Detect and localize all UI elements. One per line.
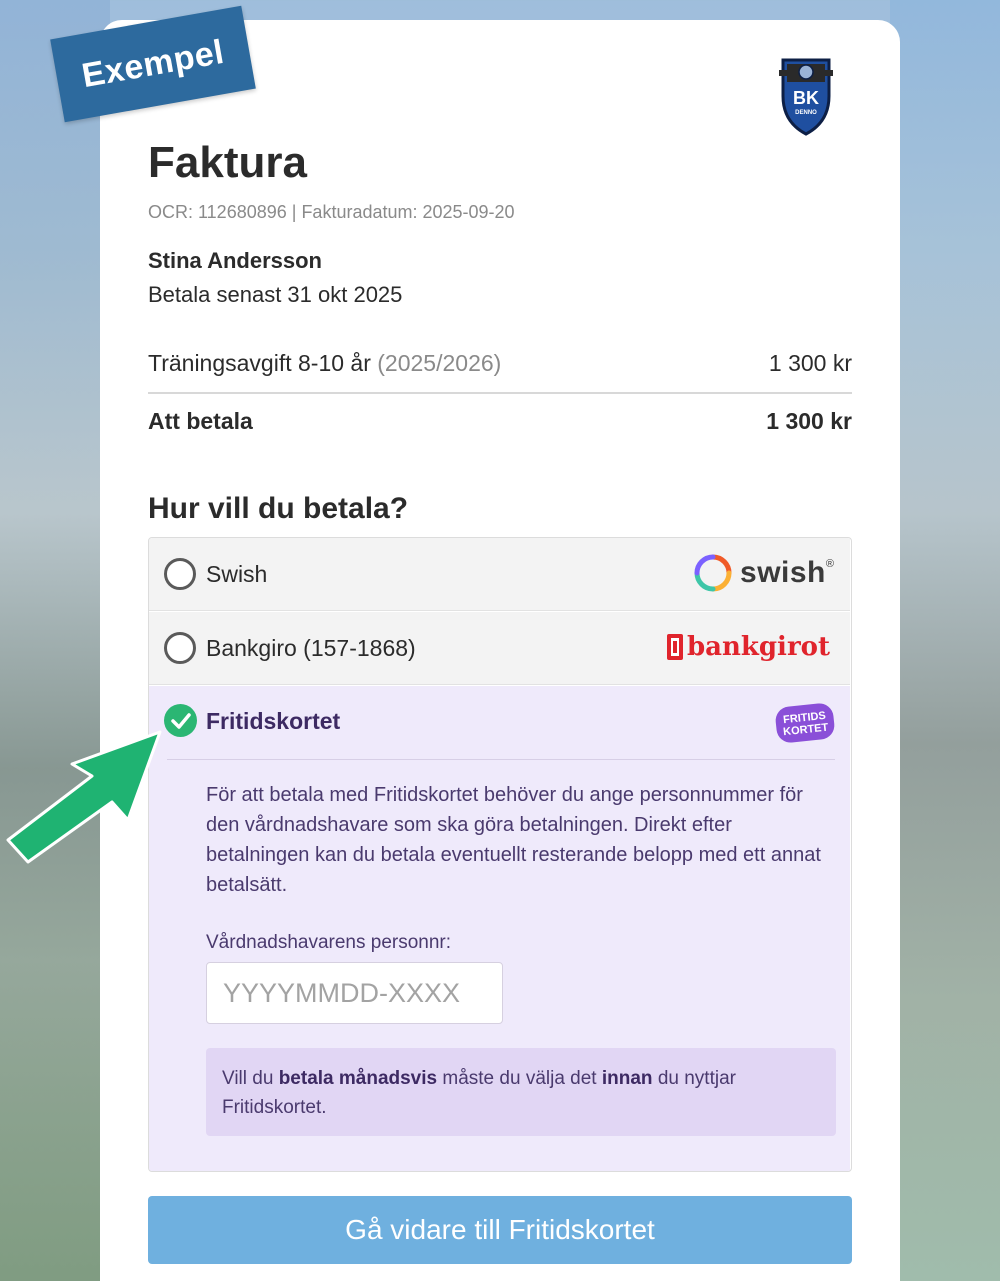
total-row: Att betala 1 300 kr [148,408,852,435]
due-date: Betala senast 31 okt 2025 [148,282,403,307]
fritidskortet-description: För att betala med Fritidskortet behöver… [206,784,821,896]
background-left [0,0,110,1281]
line-item-row: Träningsavgift 8-10 år (2025/2026) 1 300… [148,350,852,377]
fritidskortet-header[interactable]: Fritidskortet FRITIDS KORTET [149,686,850,760]
monthly-payment-notice: Vill du betala månadsvis måste du välja … [206,1048,836,1136]
page-title: Faktura [148,138,307,187]
divider [167,759,835,760]
line-item-description: Träningsavgift 8-10 år (2025/2026) [148,350,501,377]
swish-logo-text: swish [740,556,826,589]
payment-option-bankgiro[interactable]: Bankgiro (157-1868) bankgirot [149,612,850,685]
total-label: Att betala [148,408,253,434]
fritidskortet-label: Fritidskortet [206,708,341,734]
notice-text-1: Vill du [222,1068,279,1089]
line-item-label: Träningsavgift 8-10 år [148,350,371,376]
line-item-amount: 1 300 kr [768,350,852,376]
club-logo-subtext: DENNO [795,110,817,116]
bankgirot-logo-text: bankgirot [686,632,830,662]
swish-logo-mark: ® [825,558,834,570]
payment-option-swish[interactable]: Swish swish ® [149,538,850,611]
radio-icon[interactable] [164,558,196,590]
radio-icon[interactable] [164,632,196,664]
arrow-icon [6,730,162,864]
payment-option-fritidskortet[interactable]: Fritidskortet FRITIDS KORTET För att bet… [149,686,850,1171]
continue-to-fritidskortet-button[interactable]: Gå vidare till Fritidskortet [148,1196,852,1264]
notice-bold-1: betala månadsvis [278,1068,438,1089]
club-logo-text: BK [793,88,819,108]
swish-icon [694,554,732,592]
bankgirot-logo: bankgirot [666,632,830,662]
payment-question: Hur vill du betala? [148,492,409,525]
payer-name: Stina Andersson [148,248,322,273]
fritidskortet-logo: FRITIDS KORTET [775,703,835,743]
invoice-meta: OCR: 112680896 | Fakturadatum: 2025-09-2… [148,202,515,222]
club-logo: BK DENNO [779,58,833,136]
divider [148,392,852,394]
total-amount: 1 300 kr [766,408,852,434]
guardian-personnr-label: Vårdnadshavarens personnr: [206,932,452,953]
notice-text-2: måste du välja det [437,1068,602,1089]
notice-bold-2: innan [601,1068,653,1089]
background-right [890,0,1000,1281]
payment-methods: Swish swish ® Bankgiro (157-1868) bankgi… [148,537,852,1172]
guardian-personnr-input[interactable] [206,962,503,1024]
swish-logo: swish ® [694,554,834,592]
bankgirot-icon [666,634,683,660]
line-item-season: (2025/2026) [377,350,502,376]
bankgiro-label: Bankgiro (157-1868) [206,635,416,661]
swish-label: Swish [206,561,268,587]
